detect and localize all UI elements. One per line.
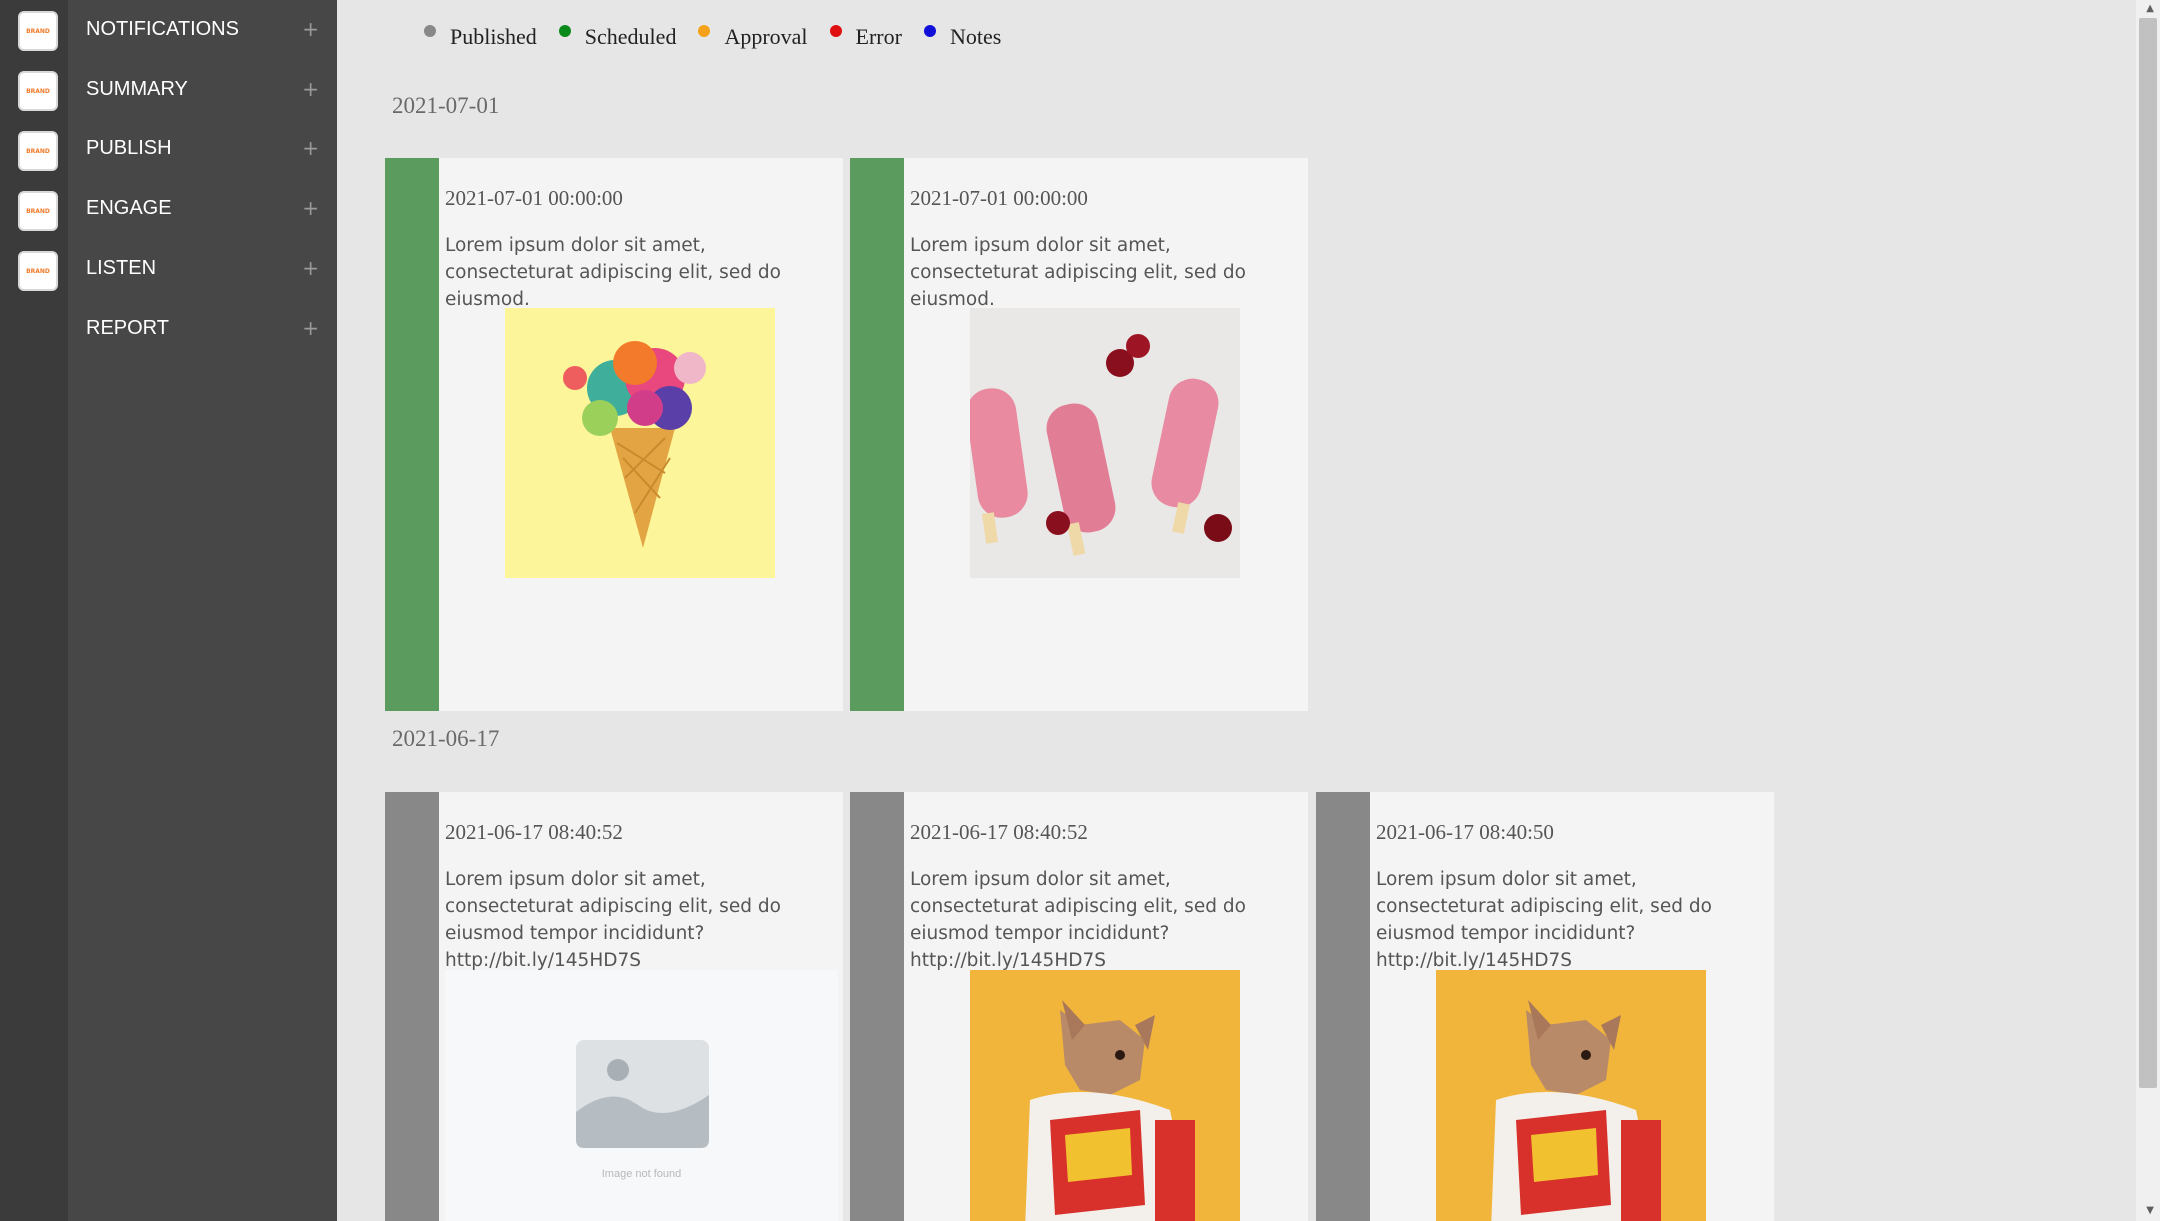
expand-plus-icon[interactable]: + [302, 77, 319, 101]
sidebar-item-label: ENGAGE [86, 196, 172, 219]
post-timestamp: 2021-06-17 08:40:52 [910, 820, 1088, 844]
sidebar-item-publish[interactable]: PUBLISH + [68, 128, 337, 168]
sidebar-item-label: NOTIFICATIONS [86, 17, 239, 40]
status-bar [1316, 792, 1370, 1221]
status-dot-icon [923, 25, 936, 37]
expand-plus-icon[interactable]: + [302, 316, 319, 340]
post-card[interactable]: 2021-07-01 00:00:00 Lorem ipsum dolor si… [385, 158, 843, 711]
sidebar-item-label: SUMMARY [86, 77, 188, 100]
status-bar [850, 158, 904, 711]
sidebar-item-label: REPORT [86, 316, 169, 339]
legend-item-notes: Notes [923, 24, 1001, 50]
status-bar [385, 158, 439, 711]
sidebar-menu [68, 0, 337, 1221]
scroll-up-arrow-icon[interactable]: ▲ [2146, 3, 2154, 14]
sidebar-item-report[interactable]: REPORT + [68, 308, 337, 348]
post-text: Lorem ipsum dolor sit amet, consectetura… [910, 869, 1246, 971]
post-timestamp: 2021-06-17 08:40:50 [1376, 820, 1554, 844]
brand-logo-icon[interactable]: BRAND [18, 191, 58, 231]
scrollbar-thumb[interactable] [2139, 18, 2157, 1088]
legend-item-error: Error [829, 24, 902, 50]
post-timestamp: 2021-07-01 00:00:00 [910, 186, 1088, 210]
brand-logo-icon[interactable]: BRAND [18, 251, 58, 291]
sidebar-item-summary[interactable]: SUMMARY + [68, 69, 337, 109]
post-timestamp: 2021-07-01 00:00:00 [445, 186, 623, 210]
post-timestamp: 2021-06-17 08:40:52 [445, 820, 623, 844]
post-card[interactable]: 2021-06-17 08:40:52 Lorem ipsum dolor si… [850, 792, 1308, 1221]
expand-plus-icon[interactable]: + [302, 17, 319, 41]
date-heading: 2021-06-17 [392, 726, 500, 751]
status-legend: Published Scheduled Approval Error Notes [424, 24, 1023, 50]
legend-item-scheduled: Scheduled [558, 24, 676, 50]
image-not-found-label: Image not found [601, 1168, 682, 1180]
post-card[interactable]: 2021-07-01 00:00:00 Lorem ipsum dolor si… [850, 158, 1308, 711]
status-dot-icon [558, 25, 571, 37]
post-text: Lorem ipsum dolor sit amet, consectetura… [910, 235, 1246, 310]
post-image[interactable] [970, 308, 1240, 578]
status-dot-icon [829, 25, 842, 37]
post-card[interactable]: 2021-06-17 08:40:50 Lorem ipsum dolor si… [1316, 792, 1774, 1221]
brand-logo-icon[interactable]: BRAND [18, 131, 58, 171]
legend-item-published: Published [424, 24, 537, 50]
image-not-found-placeholder: Image not found [445, 970, 838, 1221]
post-text: Lorem ipsum dolor sit amet, consectetura… [445, 869, 781, 971]
vertical-scrollbar[interactable]: ▲ ▼ [2136, 0, 2160, 1221]
post-text: Lorem ipsum dolor sit amet, consectetura… [1376, 869, 1712, 971]
date-heading: 2021-07-01 [392, 93, 500, 118]
sidebar-item-notifications[interactable]: NOTIFICATIONS + [68, 9, 337, 49]
post-text: Lorem ipsum dolor sit amet, consectetura… [445, 235, 781, 310]
status-bar [385, 792, 439, 1221]
expand-plus-icon[interactable]: + [302, 136, 319, 160]
status-dot-icon [698, 25, 711, 37]
legend-item-approval: Approval [698, 24, 808, 50]
post-image[interactable] [970, 970, 1240, 1221]
sidebar-item-listen[interactable]: LISTEN + [68, 248, 337, 288]
expand-plus-icon[interactable]: + [302, 256, 319, 280]
post-card[interactable]: 2021-06-17 08:40:52 Lorem ipsum dolor si… [385, 792, 843, 1221]
status-bar [850, 792, 904, 1221]
french-bulldog-image [1436, 970, 1706, 1221]
ice-cream-cone-image [505, 308, 775, 578]
image-placeholder-icon [576, 1040, 709, 1148]
sidebar-item-label: PUBLISH [86, 136, 172, 159]
brand-logo-icon[interactable]: BRAND [18, 11, 58, 51]
scroll-down-arrow-icon[interactable]: ▼ [2146, 1205, 2154, 1216]
french-bulldog-image [970, 970, 1240, 1221]
sidebar-icon-rail [0, 0, 68, 1221]
popsicle-image [970, 308, 1240, 578]
brand-logo-icon[interactable]: BRAND [18, 71, 58, 111]
status-dot-icon [424, 25, 436, 37]
sidebar-item-engage[interactable]: ENGAGE + [68, 188, 337, 228]
post-image[interactable] [505, 308, 775, 578]
sidebar-item-label: LISTEN [86, 256, 157, 279]
expand-plus-icon[interactable]: + [302, 196, 319, 220]
post-image[interactable] [1436, 970, 1706, 1221]
